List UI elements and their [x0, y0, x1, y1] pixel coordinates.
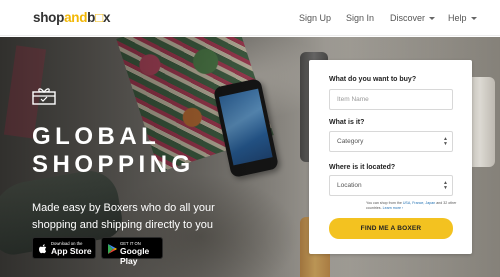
- item-name-label: What do you want to buy?: [329, 76, 417, 83]
- top-navbar: shopandb□x Sign Up Sign In Discover Help: [0, 0, 500, 36]
- hero-subheadline-line2: shopping and shipping directly to you: [32, 219, 214, 231]
- countries-note: You can shop from the USA, France, Japan…: [366, 201, 457, 210]
- location-select-value: Location: [337, 182, 362, 189]
- brand-logo[interactable]: shopandb□x: [33, 10, 111, 25]
- category-select-value: Category: [337, 138, 364, 145]
- nav-help-dropdown[interactable]: Help: [448, 13, 477, 23]
- countries-link[interactable]: USA, France, Japan: [403, 201, 435, 205]
- gift-box-icon: [32, 88, 56, 105]
- chevron-down-icon: [470, 17, 477, 21]
- category-label: What is it?: [329, 119, 365, 126]
- location-select[interactable]: Location ▲ ▼: [329, 175, 453, 196]
- hero-headline-line1: GLOBAL: [32, 123, 161, 150]
- location-label: Where is it located?: [329, 164, 396, 171]
- google-play-button[interactable]: GET IT ON Google Play: [101, 237, 163, 266]
- app-store-big-text: App Store: [51, 246, 92, 256]
- logo-box-icon: □: [95, 10, 103, 25]
- app-store-button[interactable]: Download on the App Store: [32, 237, 96, 259]
- nav-discover-dropdown[interactable]: Discover: [390, 13, 436, 23]
- select-arrows-icon: ▲ ▼: [443, 136, 448, 147]
- category-select[interactable]: Category ▲ ▼: [329, 131, 453, 152]
- learn-more-link[interactable]: Learn more: [383, 206, 401, 210]
- nav-discover-label: Discover: [390, 13, 426, 23]
- google-play-big-text: Google Play: [120, 246, 150, 266]
- nav-sign-in-link[interactable]: Sign In: [346, 13, 374, 23]
- find-me-a-boxer-button[interactable]: FIND ME A BOXER: [329, 218, 453, 239]
- select-arrows-icon: ▲ ▼: [443, 180, 448, 191]
- nav-help-label: Help: [448, 13, 467, 23]
- hero-headline-line2: SHOPPING: [32, 151, 195, 178]
- chevron-down-icon: [429, 17, 436, 21]
- apple-icon: [39, 244, 47, 254]
- item-name-input[interactable]: Item Name: [329, 89, 453, 110]
- search-form-card: What do you want to buy? Item Name What …: [309, 60, 472, 254]
- google-play-icon: [108, 244, 117, 254]
- nav-sign-up-link[interactable]: Sign Up: [299, 13, 331, 23]
- hero-subheadline-line1: Made easy by Boxers who do all your: [32, 202, 215, 214]
